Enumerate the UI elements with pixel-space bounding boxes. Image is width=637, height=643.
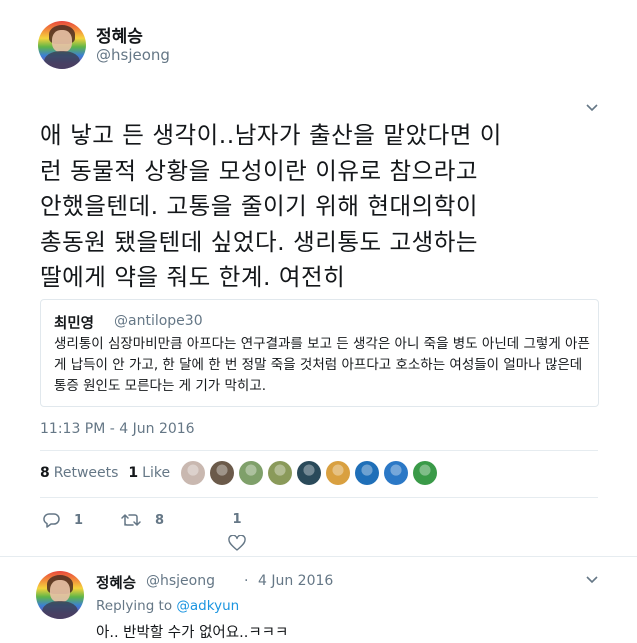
author-name[interactable]: 정혜승 xyxy=(96,22,143,47)
liker-avatar-7[interactable] xyxy=(355,461,379,485)
liker-avatar-2[interactable] xyxy=(210,461,234,485)
reply-author-avatar[interactable] xyxy=(36,571,84,619)
likers-avatars xyxy=(181,461,437,485)
liker-avatar-3[interactable] xyxy=(239,461,263,485)
like-count: 1 xyxy=(232,512,242,527)
reply-date[interactable]: 4 Jun 2016 xyxy=(258,573,333,589)
reply-separator: · xyxy=(244,573,249,589)
reply-icon xyxy=(43,513,60,528)
retweets-count: 8 xyxy=(40,465,50,481)
liker-avatar-6[interactable] xyxy=(326,461,350,485)
quoted-tweet-card[interactable]: 최민영 @antilope30 생리통이 심장마비만큼 아프다는 연구결과를 보… xyxy=(40,299,599,407)
engagement-stats: 8 Retweets 1 Like xyxy=(40,465,170,481)
likes-label: Like xyxy=(142,465,171,481)
replying-to: Replying to @adkyun xyxy=(96,598,239,614)
author-avatar[interactable] xyxy=(38,21,86,69)
quote-author-name: 최민영 xyxy=(54,316,95,332)
tweet-text-line: 딸에게 약을 줘도 한계. 여전히 xyxy=(40,263,346,291)
quote-text: 생리통이 심장마비만큼 아프다는 연구결과를 보고 든 생각은 아니 죽을 병도… xyxy=(54,336,590,394)
reply-author-handle[interactable]: @hsjeong xyxy=(146,573,215,589)
tweet-timestamp[interactable]: 11:13 PM - 4 Jun 2016 xyxy=(40,421,195,437)
liker-avatar-9[interactable] xyxy=(413,461,437,485)
retweets-label: Retweets xyxy=(53,465,119,481)
retweet-icon xyxy=(121,514,141,526)
likes-stat[interactable]: 1 Like xyxy=(128,465,170,481)
chevron-down-icon[interactable] xyxy=(586,104,598,112)
retweets-stat[interactable]: 8 Retweets xyxy=(40,465,118,481)
liker-avatar-8[interactable] xyxy=(384,461,408,485)
likes-count: 1 xyxy=(128,465,139,481)
liker-avatar-1[interactable] xyxy=(181,461,205,485)
tweet-text-line: 런 동물적 상황을 모성이란 이유로 참으라고 xyxy=(40,156,479,185)
tweet-text-line: 애 낳고 든 생각이..남자가 출산을 맡았다면 이 xyxy=(40,121,502,149)
reply-count: 1 xyxy=(74,512,84,528)
divider xyxy=(40,450,598,451)
replying-handle-link[interactable]: @adkyun xyxy=(176,598,239,614)
like-action[interactable]: 1 xyxy=(228,512,246,551)
liker-avatar-5[interactable] xyxy=(297,461,321,485)
author-handle[interactable]: @hsjeong xyxy=(96,46,170,64)
retweet-action[interactable]: 8 xyxy=(121,512,164,528)
replying-label: Replying to xyxy=(96,598,173,614)
heart-icon xyxy=(228,535,246,551)
tweet-text-line: 안했을텐데. 고통을 줄이기 위해 현대의학이 xyxy=(40,192,479,220)
liker-avatar-4[interactable] xyxy=(268,461,292,485)
reply-text: 아.. 반박할 수가 없어요..ㅋㅋㅋ xyxy=(96,625,289,641)
tweet-text: 애 낳고 든 생각이..남자가 출산을 맡았다면 이 런 동물적 상황을 모성이… xyxy=(40,118,600,296)
quote-author-handle: @antilope30 xyxy=(114,313,203,329)
reply-author-name[interactable]: 정혜승 xyxy=(96,572,136,593)
tweet-text-line: 총동원 됐을텐데 싶었다. 생리통도 고생하는 xyxy=(40,227,479,256)
reply-action[interactable]: 1 xyxy=(42,512,83,528)
divider xyxy=(40,497,598,498)
retweet-count: 8 xyxy=(155,512,165,528)
chevron-down-icon[interactable] xyxy=(586,576,598,584)
